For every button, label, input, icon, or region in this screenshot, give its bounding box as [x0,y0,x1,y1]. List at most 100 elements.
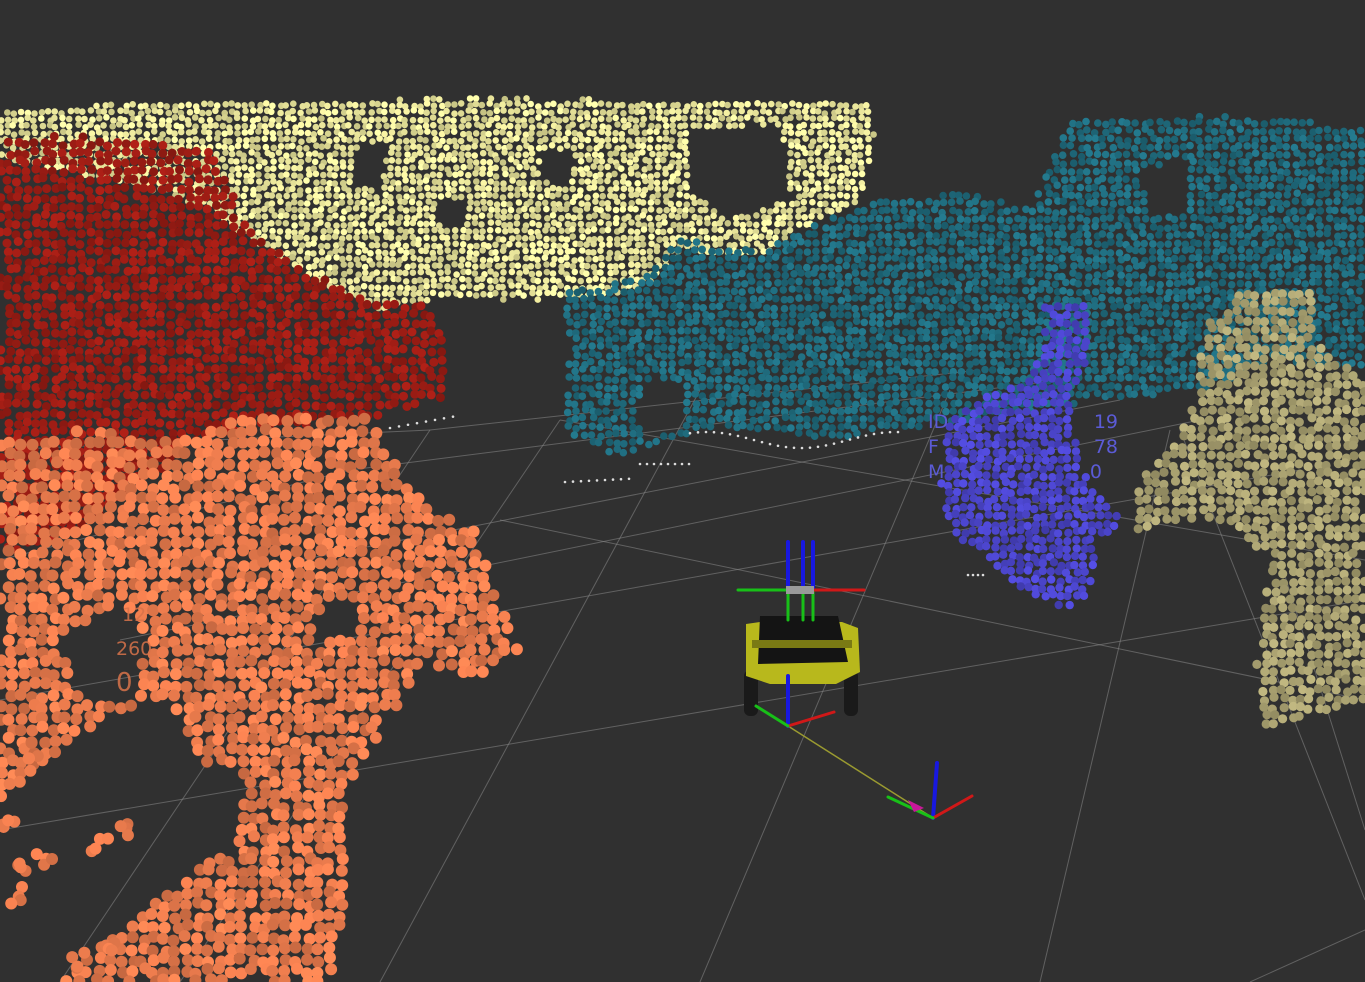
cloud-point [659,360,667,368]
cloud-point [1220,232,1229,241]
cloud-point [916,246,925,254]
cloud-point [800,121,808,129]
cloud-point [572,334,581,343]
cloud-point [925,197,933,206]
cloud-point [1349,133,1358,142]
cloud-point [1138,261,1146,270]
cloud-point [1317,166,1326,174]
cloud-point [1180,265,1188,273]
cloud-point [39,122,47,130]
cloud-point [981,365,989,374]
cloud-point [869,343,878,351]
cloud-point [255,178,263,185]
cloud-point [409,262,417,270]
cloud-point [423,145,430,152]
cloud-point [389,261,396,268]
cloud-point [995,286,1004,294]
cloud-point [320,178,327,186]
cloud-point [1314,333,1323,342]
cloud-point [471,270,479,277]
cloud-point [1139,366,1148,375]
cloud-point [964,237,972,246]
cloud-point [800,129,807,136]
cloud-point [835,223,843,231]
cloud-point [306,171,313,178]
cloud-point [395,261,402,269]
cloud-point [964,285,972,294]
cloud-point [1236,270,1245,279]
cloud-point [1252,128,1260,136]
cloud-point [235,137,243,144]
3d-viewport[interactable]: ID 19 F 78 M 0 12 260 0 [0,0,1365,982]
cloud-point [780,136,787,143]
cloud-point [986,343,995,352]
cloud-point [1315,287,1324,295]
cloud-point [891,383,900,392]
cloud-point [1349,173,1357,182]
cloud-point [978,287,987,295]
cloud-point [408,172,416,180]
cloud-point [827,358,836,366]
cloud-point [347,261,354,269]
cloud-point [639,241,647,248]
cloud-point [738,213,745,221]
cloud-point [1146,232,1155,241]
cloud-point [681,157,689,164]
cloud-point [674,170,681,177]
cloud-point [1078,158,1086,166]
cloud-point [618,253,625,261]
cloud-point [826,253,835,261]
cloud-point [1146,118,1154,127]
cloud-point [764,350,773,358]
cloud-point [1250,229,1258,237]
cloud-point [1197,190,1206,199]
cloud-point [786,213,793,221]
cloud-point [779,374,788,383]
cloud-point [296,233,304,241]
cloud-point [1021,318,1030,326]
cloud-point [633,129,640,136]
cloud-point [667,191,674,198]
cloud-point [1326,143,1334,152]
cloud-point [1315,199,1323,207]
cloud-point [637,342,646,350]
cloud-point [1339,334,1348,342]
cloud-point [1339,351,1347,360]
cloud-point [864,108,872,115]
cloud-point [522,247,529,255]
cloud-point [706,360,714,368]
cloud-point [708,285,716,294]
cloud-point [1354,279,1363,288]
cloud-point [444,247,452,254]
cloud-point [765,293,773,301]
cloud-point [681,115,688,122]
cloud-point [612,149,620,157]
cloud-point [1243,190,1252,198]
cloud-point [564,129,572,137]
cloud-point [1130,326,1139,335]
cloud-point [842,367,851,376]
cloud-point [947,318,956,327]
cloud-point [597,293,605,302]
cloud-point [611,376,620,385]
cloud-point [1084,238,1093,246]
cloud-point [437,255,445,263]
cloud-point [1283,118,1291,126]
scene-canvas[interactable] [0,0,1365,982]
cloud-point [826,397,835,405]
cloud-point [480,158,487,166]
cloud-point [471,219,479,227]
cloud-point [964,253,972,261]
cloud-point [1106,390,1114,399]
cloud-point [988,285,996,294]
cloud-point [516,163,523,171]
cloud-point [1238,181,1246,190]
cloud-point [1075,230,1083,239]
cloud-point [823,192,830,199]
cloud-point [513,107,521,114]
cloud-point [834,399,842,408]
cloud-point [542,242,550,250]
cloud-point [779,391,788,400]
cloud-point [534,262,542,270]
cloud-point [675,152,683,159]
